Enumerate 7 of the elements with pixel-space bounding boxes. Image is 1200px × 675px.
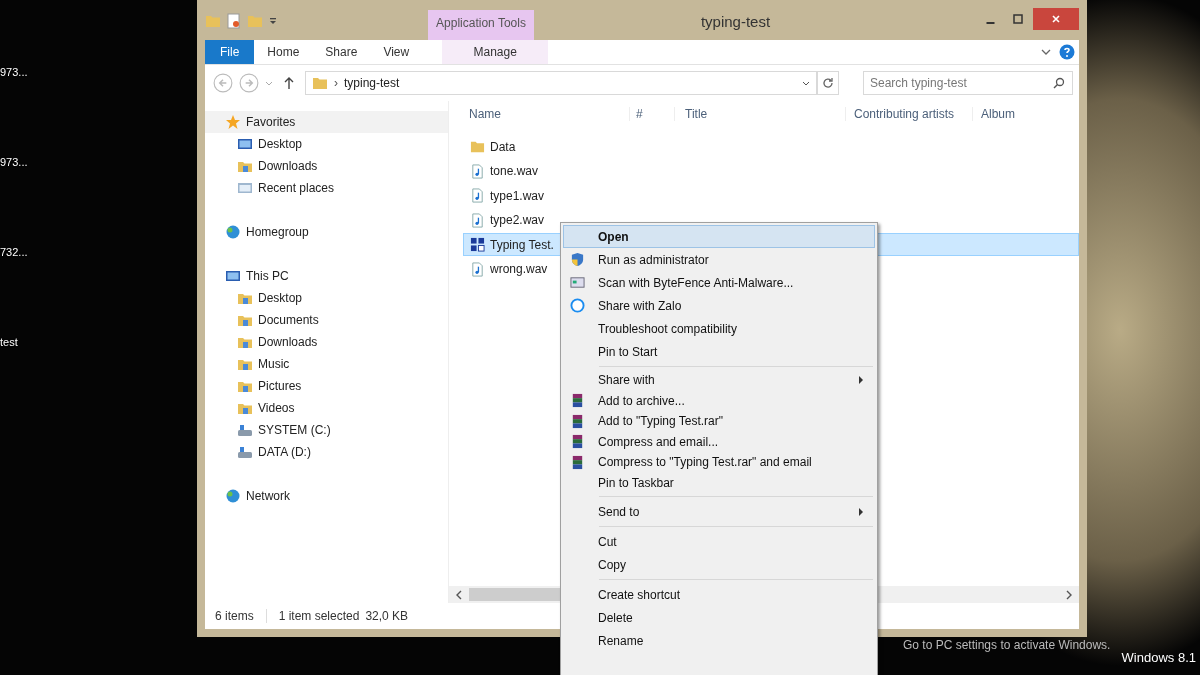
window-title: typing-test bbox=[700, 13, 771, 30]
activation-notice: Go to PC settings to activate Windows. bbox=[903, 638, 1111, 652]
item-count: 6 items bbox=[215, 609, 254, 623]
selection-size: 32,0 KB bbox=[365, 609, 409, 623]
selection-info: 1 item selected bbox=[265, 609, 360, 623]
os-version-label: Windows 8.1 bbox=[1121, 650, 1196, 665]
context-tab-header: Application Tools bbox=[428, 10, 534, 40]
